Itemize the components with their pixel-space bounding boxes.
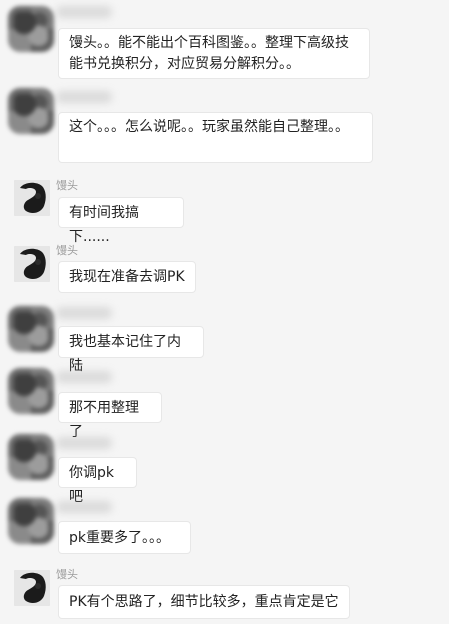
sender-name: 馒头 (56, 568, 78, 581)
sender-name-redacted (56, 91, 112, 103)
message-text: 我也基本记住了内陆 (69, 334, 181, 374)
message-bubble[interactable]: 我也基本记住了内陆 (58, 326, 204, 374)
sender-name: 馒头 (56, 244, 78, 257)
sender-name: 馒头 (56, 179, 78, 192)
sender-name-redacted (56, 501, 112, 513)
message-bubble[interactable]: 你调pk吧 (58, 457, 137, 505)
avatar[interactable] (14, 570, 50, 606)
portrait-icon (14, 570, 50, 606)
message-bubble[interactable]: PK有个思路了，细节比较多，重点肯定是它 (58, 585, 350, 619)
message-text: PK有个思路了，细节比较多，重点肯定是它 (69, 594, 339, 610)
portrait-icon (14, 180, 50, 216)
avatar[interactable] (8, 434, 54, 480)
avatar[interactable] (14, 246, 50, 282)
sender-name-redacted (56, 6, 112, 18)
sender-name-redacted (56, 307, 112, 319)
sender-name-redacted (56, 437, 112, 449)
message-bubble[interactable]: 馒头。。能不能出个百科图鉴。。整理下高级技能书兑换积分，对应贸易分解积分。。 (58, 28, 370, 79)
avatar[interactable] (8, 306, 54, 352)
message-text: 有时间我搞下...... (69, 205, 139, 245)
message-text: pk重要多了。。。 (69, 530, 170, 546)
message-text: 那不用整理了 (69, 400, 139, 440)
message-text: 我现在准备去调PK (69, 269, 185, 285)
portrait-icon (14, 246, 50, 282)
sender-name-redacted (56, 371, 112, 383)
message-bubble[interactable]: 那不用整理了 (58, 392, 162, 440)
avatar[interactable] (8, 88, 54, 134)
avatar[interactable] (8, 368, 54, 414)
message-bubble[interactable]: 我现在准备去调PK (58, 261, 196, 293)
avatar[interactable] (14, 180, 50, 216)
avatar[interactable] (8, 498, 54, 544)
avatar[interactable] (8, 6, 54, 52)
message-bubble[interactable]: pk重要多了。。。 (58, 521, 191, 554)
message-bubble[interactable]: 这个。。。怎么说呢。。玩家虽然能自己整理。。 (58, 112, 373, 163)
message-text: 这个。。。怎么说呢。。玩家虽然能自己整理。。 (69, 119, 349, 135)
message-text: 你调pk吧 (69, 465, 114, 505)
message-text: 馒头。。能不能出个百科图鉴。。整理下高级技能书兑换积分，对应贸易分解积分。。 (69, 35, 349, 72)
message-bubble[interactable]: 有时间我搞下...... (58, 197, 184, 245)
